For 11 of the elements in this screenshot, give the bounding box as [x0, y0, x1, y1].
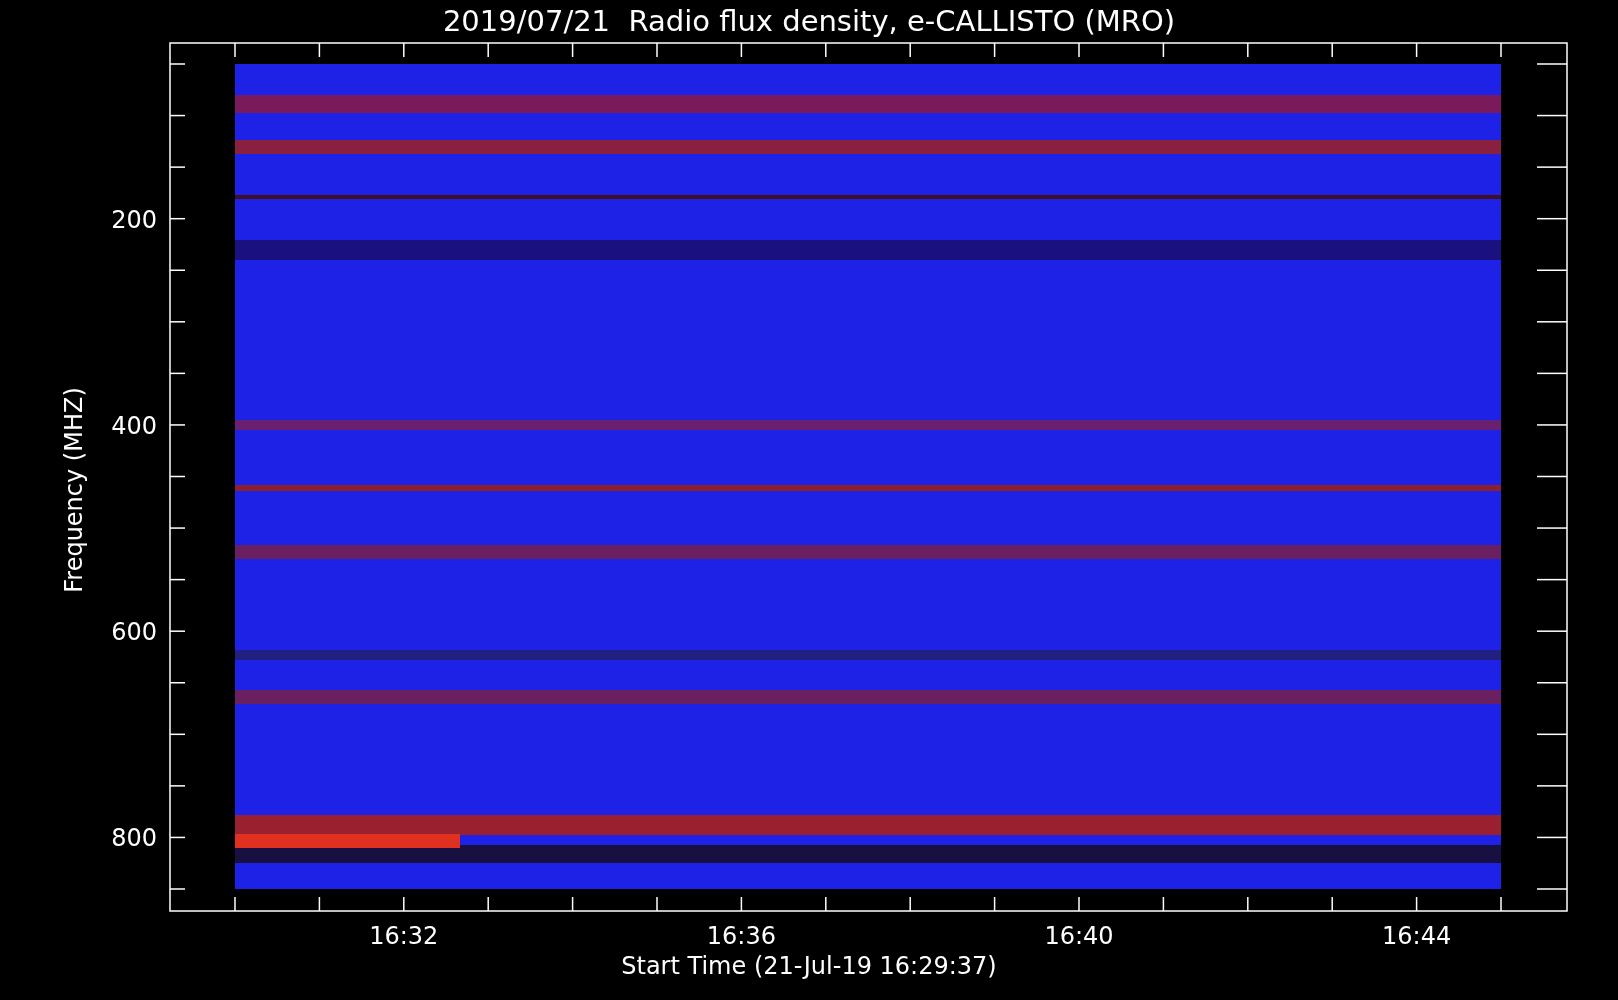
axis-tick-label: 600 — [111, 618, 157, 647]
axis-title: Frequency (MHZ) — [60, 387, 88, 593]
axis-tick-label: 400 — [111, 411, 157, 440]
axis-tick-label: 16:44 — [1382, 922, 1452, 950]
axis-tick-label: 200 — [111, 205, 157, 234]
axis-tick-label: 800 — [111, 824, 157, 853]
axis-title: Start Time (21-Jul-19 16:29:37) — [621, 952, 997, 980]
chart-title: 2019/07/21 Radio flux density, e-CALLISTO (MRO) — [442, 4, 1176, 38]
axis-tick-label: 16:40 — [1044, 922, 1114, 950]
axis-tick-label: 16:36 — [706, 922, 776, 950]
axis-tick-label: 16:32 — [369, 922, 439, 950]
